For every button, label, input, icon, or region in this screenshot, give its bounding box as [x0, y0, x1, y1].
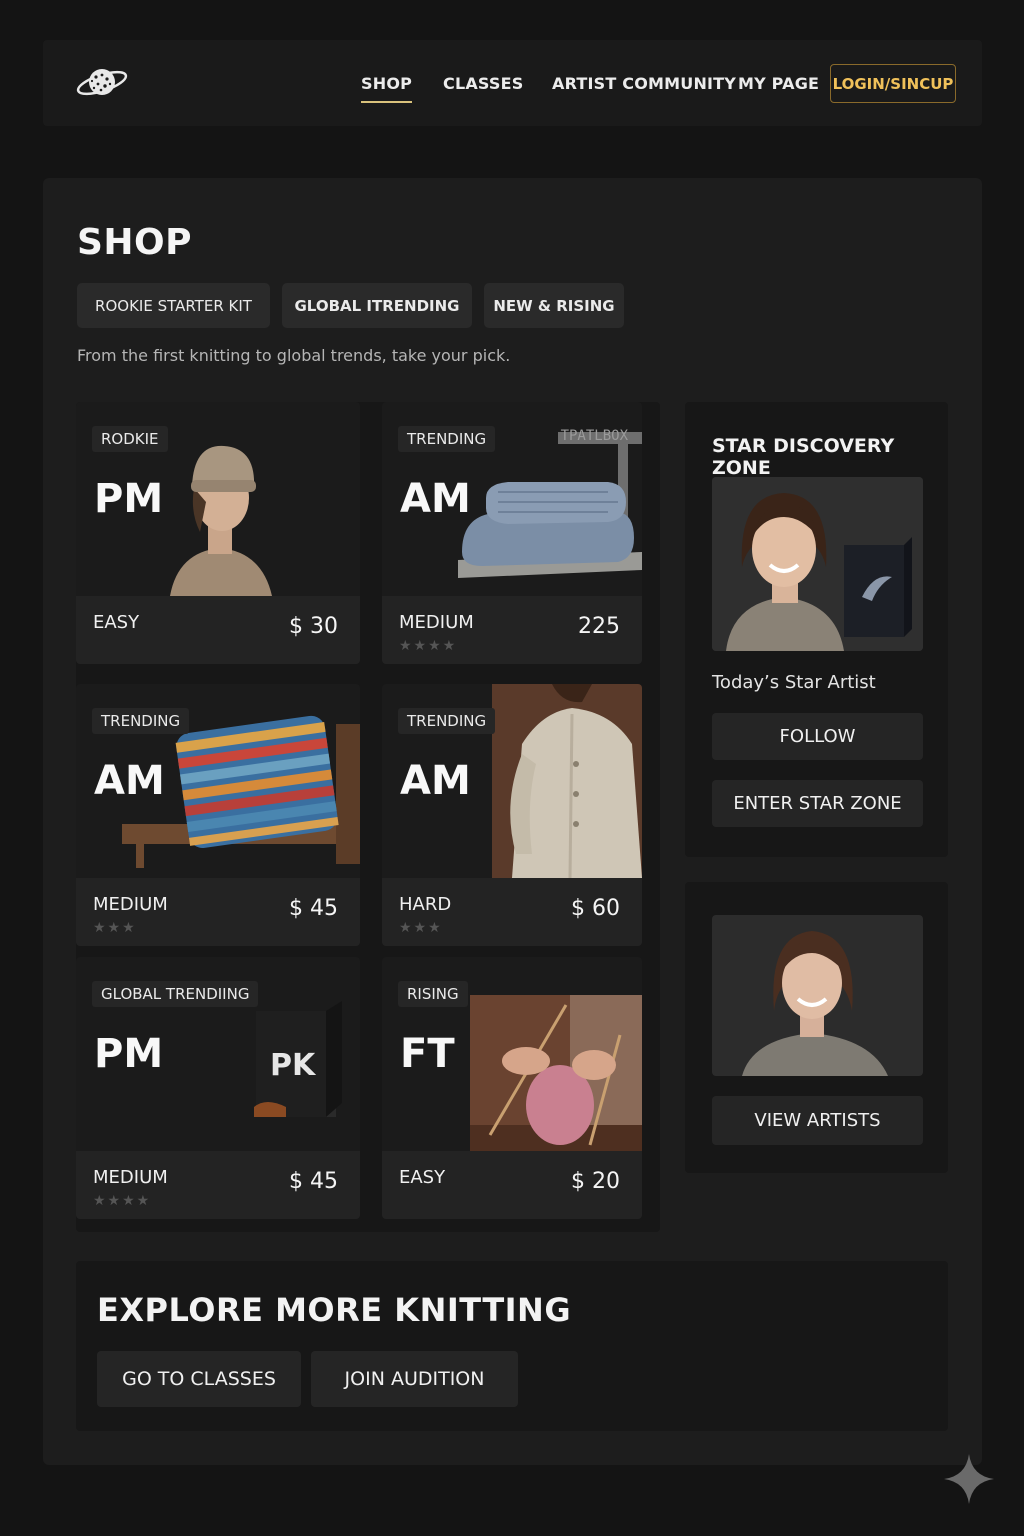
tab-global-trending[interactable]: GLOBAL ITRENDING [282, 283, 472, 328]
card-footer: EASY $ 30 [76, 596, 360, 664]
card-code: AM [400, 758, 471, 804]
artists-panel: VIEW ARTISTS [685, 882, 948, 1173]
difficulty-label: EASY [93, 612, 140, 633]
card-badge: RISING [398, 981, 468, 1007]
woman-beanie-image [160, 402, 280, 596]
difficulty-label: HARD [399, 894, 452, 915]
card-footer: EASY $ 20 [382, 1151, 642, 1219]
watermark-text: TPATLBOX [560, 428, 628, 444]
planet-logo-icon[interactable] [76, 64, 130, 100]
view-artists-button[interactable]: VIEW ARTISTS [712, 1096, 923, 1145]
rating-stars: ★★★ [399, 920, 443, 936]
product-card[interactable]: TRENDING AM MEDIUM ★★★ $ 45 [76, 684, 360, 946]
star-artist-caption: Today’s Star Artist [712, 672, 876, 693]
login-signup-button[interactable]: LOGIN/SINCUP [830, 64, 956, 103]
card-code: PM [94, 1031, 164, 1077]
go-to-classes-button[interactable]: GO TO CLASSES [97, 1351, 301, 1407]
nav-classes[interactable]: CLASSES [443, 74, 524, 93]
card-badge: RODKIE [92, 426, 168, 452]
card-code: AM [400, 476, 471, 522]
card-footer: MEDIUM ★★★★ 225 [382, 596, 642, 664]
rating-stars: ★★★★ [93, 1193, 152, 1209]
kit-box-image: PK [246, 957, 360, 1151]
follow-button[interactable]: FOLLOW [712, 713, 923, 760]
card-footer: HARD ★★★ $ 60 [382, 878, 642, 946]
price-label: 225 [578, 614, 620, 639]
top-nav: SHOP CLASSES ARTIST COMMUNITY MY PAGE LO… [43, 40, 982, 126]
explore-title: EXPLORE MORE KNITTING [97, 1291, 572, 1329]
card-footer: MEDIUM ★★★★ $ 45 [76, 1151, 360, 1219]
product-card[interactable]: PK GLOBAL TRENDIING PM MEDIUM ★★★★ $ 45 [76, 957, 360, 1219]
enter-star-zone-button[interactable]: ENTER STAR ZONE [712, 780, 923, 827]
shop-subtitle: From the first knitting to global trends… [77, 346, 511, 365]
price-label: $ 30 [289, 614, 338, 639]
nav-my-page[interactable]: MY PAGE [738, 74, 819, 93]
price-label: $ 45 [289, 896, 338, 921]
card-footer: MEDIUM ★★★ $ 45 [76, 878, 360, 946]
card-code: PM [94, 476, 164, 522]
product-card[interactable]: RISING FT EASY $ 20 [382, 957, 642, 1219]
hands-knitting-image [470, 995, 642, 1151]
tab-rookie-starter-kit[interactable]: ROOKIE STARTER KIT [77, 283, 270, 328]
difficulty-label: MEDIUM [93, 894, 168, 915]
star-zone-title: STAR DISCOVERY ZONE [712, 435, 895, 479]
rating-stars: ★★★★ [399, 638, 458, 654]
product-card[interactable]: TRENDING TPATLBOX AM MEDIUM ★★★★ 225 [382, 402, 642, 664]
card-badge: TRENDING [398, 708, 496, 734]
star-artist-photo [712, 477, 923, 651]
join-audition-button[interactable]: JOIN AUDITION [311, 1351, 518, 1407]
price-label: $ 20 [571, 1169, 620, 1194]
card-code: FT [400, 1031, 455, 1077]
price-label: $ 45 [289, 1169, 338, 1194]
card-badge: TRENDING [398, 426, 496, 452]
shop-panel: SHOP ROOKIE STARTER KIT GLOBAL ITRENDING… [43, 178, 982, 1465]
svg-text:PK: PK [270, 1048, 317, 1083]
artist-photo [712, 915, 923, 1076]
sparkle-icon [944, 1454, 994, 1504]
card-badge: TRENDING [92, 708, 190, 734]
product-grid: RODKIE PM EASY $ 30 TRENDING TPATLBOX AM… [76, 402, 660, 1232]
difficulty-label: MEDIUM [93, 1167, 168, 1188]
card-code: AM [94, 758, 165, 804]
explore-section: EXPLORE MORE KNITTING GO TO CLASSES JOIN… [76, 1261, 948, 1431]
nav-shop[interactable]: SHOP [361, 74, 413, 103]
page-title: SHOP [77, 222, 193, 263]
card-badge: GLOBAL TRENDIING [92, 981, 259, 1007]
tab-new-rising[interactable]: NEW & RISING [484, 283, 624, 328]
difficulty-label: MEDIUM [399, 612, 474, 633]
product-card[interactable]: TRENDING AM HARD ★★★ $ 60 [382, 684, 642, 946]
product-card[interactable]: RODKIE PM EASY $ 30 [76, 402, 360, 664]
rating-stars: ★★★ [93, 920, 137, 936]
star-discovery-zone: STAR DISCOVERY ZONE Today’s Star Artist … [685, 402, 948, 857]
difficulty-label: EASY [399, 1167, 446, 1188]
cardigan-image [492, 684, 642, 878]
price-label: $ 60 [571, 896, 620, 921]
nav-artist-community[interactable]: ARTIST COMMUNITY [552, 74, 736, 93]
